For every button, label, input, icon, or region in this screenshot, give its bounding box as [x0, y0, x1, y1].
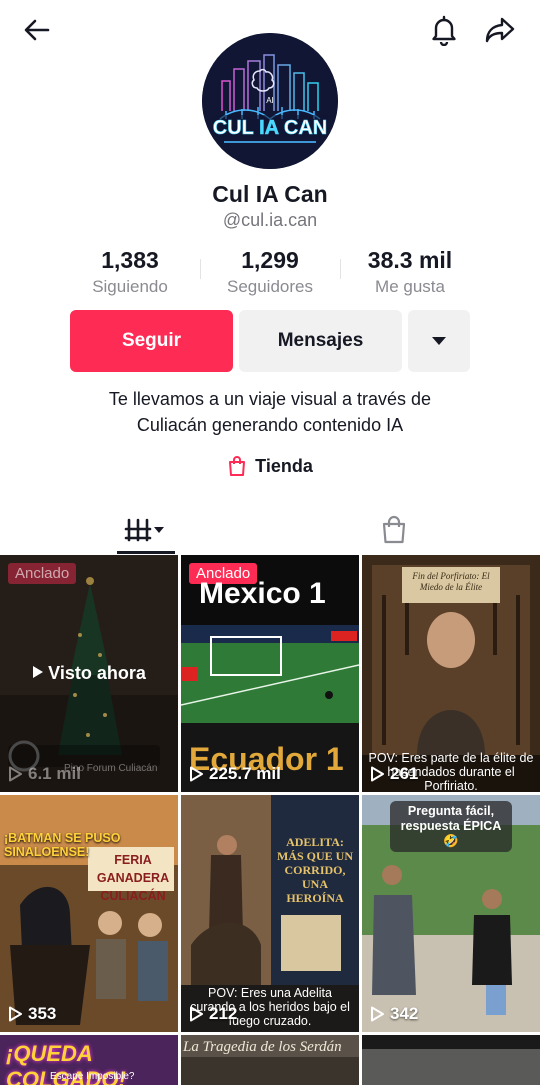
video-thumbnail[interactable]: Anclado Mexico 1 Ecuador 1 225.7 mil [181, 555, 359, 792]
bio-line: Culiacán generando contenido IA [136, 415, 404, 435]
tab-shop[interactable] [365, 505, 423, 555]
play-icon [370, 1006, 384, 1022]
shopping-bag-icon [227, 455, 247, 477]
more-options-button[interactable] [408, 310, 470, 372]
following-count: 1,383 [101, 247, 159, 273]
stat-following[interactable]: 1,383 Siguiendo [60, 247, 200, 297]
notification-bell-icon[interactable] [426, 12, 462, 48]
view-count-value: 353 [28, 1004, 57, 1023]
bio-line: Te llevamos a un viaje visual a través d… [108, 389, 432, 409]
follow-button[interactable]: Seguir [70, 310, 233, 372]
play-icon [189, 766, 203, 782]
view-count: 6.1 mil [8, 764, 81, 784]
shopping-bag-icon [382, 515, 406, 544]
watched-now-text: Visto ahora [48, 663, 146, 683]
view-count-value: 261 [390, 764, 419, 783]
share-arrow-icon[interactable] [482, 12, 518, 48]
video-thumbnail[interactable]: Fin del Porfiriato: El Miedo de la Élite… [362, 555, 540, 792]
video-thumbnail[interactable]: ¡QUEDA COLGADO! Escape Imposible? [0, 1035, 178, 1085]
svg-text:CUL IA CAN: CUL IA CAN [213, 117, 327, 139]
stat-likes[interactable]: 38.3 mil Me gusta [340, 247, 480, 297]
profile-avatar[interactable]: AI CUL IA CAN [202, 33, 338, 169]
view-count: 261 [370, 764, 418, 784]
play-icon [8, 1006, 22, 1022]
view-count-value: 225.7 mil [209, 764, 281, 783]
shop-label: Tienda [255, 455, 313, 476]
video-thumbnail[interactable]: ADELITA: MÁS QUE UN CORRIDO, UNA HEROÍNA… [181, 795, 359, 1032]
tab-videos[interactable] [117, 505, 175, 555]
view-count-value: 342 [390, 1004, 419, 1023]
watched-now-label: Visto ahora [0, 663, 178, 684]
profile-tabs [0, 505, 540, 555]
video-title: ADELITA: MÁS QUE UN CORRIDO, UNA HEROÍNA [276, 835, 353, 905]
view-count: 342 [370, 1004, 418, 1024]
stat-followers[interactable]: 1,299 Seguidores [200, 247, 340, 297]
followers-count: 1,299 [241, 247, 299, 273]
view-count-value: 6.1 mil [28, 764, 81, 783]
likes-count: 38.3 mil [367, 247, 453, 273]
pinned-badge: Anclado [8, 563, 77, 584]
video-thumbnail[interactable]: Anclado Visto ahora Pino Forum Culiacán … [0, 555, 178, 792]
video-thumbnail[interactable] [362, 1035, 540, 1085]
video-grid-icon [124, 518, 164, 542]
play-icon [189, 1006, 203, 1022]
video-grid: Anclado Visto ahora Pino Forum Culiacán … [0, 555, 540, 1085]
likes-label: Me gusta [375, 277, 445, 296]
play-icon [8, 766, 22, 782]
svg-text:AI: AI [266, 96, 274, 105]
view-count: 212 [189, 1004, 237, 1024]
profile-bio: Te llevamos a un viaje visual a través d… [0, 386, 540, 438]
back-arrow-icon[interactable] [19, 12, 55, 48]
message-button[interactable]: Mensajes [239, 310, 402, 372]
shop-link[interactable]: Tienda [0, 455, 540, 477]
video-title-top: Mexico 1 [199, 577, 326, 610]
view-count-value: 212 [209, 1004, 238, 1023]
video-title-plate: Fin del Porfiriato: El Miedo de la Élite [412, 571, 490, 592]
username-handle: @cul.ia.can [222, 210, 318, 230]
view-count: 225.7 mil [189, 764, 281, 784]
video-speech-bubble: Pregunta fácil, respuesta ÉPICA 🤣 [390, 801, 512, 852]
caret-down-icon [432, 337, 446, 345]
followers-label: Seguidores [226, 277, 313, 296]
profile-actions: Seguir Mensajes [70, 310, 470, 372]
video-title: La Tragedia de los Serdán [183, 1039, 342, 1055]
thumbnail-image [362, 1035, 540, 1085]
play-icon [370, 766, 384, 782]
display-name: Cul IA Can [212, 181, 328, 207]
video-thumbnail[interactable]: ¡BATMAN SE PUSO SINALOENSE! FERIA GANADE… [0, 795, 178, 1032]
following-label: Siguiendo [92, 277, 168, 296]
video-subtitle: Escape Imposible? [50, 1071, 135, 1082]
video-sign-text: FERIA GANADERA CULIACÁN [96, 853, 170, 903]
profile-stats: 1,383 Siguiendo 1,299 Seguidores 38.3 mi… [60, 247, 480, 297]
play-icon [32, 663, 44, 684]
video-thumbnail[interactable]: Pregunta fácil, respuesta ÉPICA 🤣 342 [362, 795, 540, 1032]
video-thumbnail[interactable]: La Tragedia de los Serdán [181, 1035, 359, 1085]
view-count: 353 [8, 1004, 56, 1024]
